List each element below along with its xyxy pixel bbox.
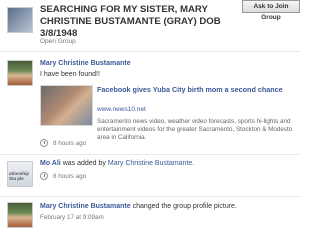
activity-line: Mo Ali was added by Mary Christine Busta… bbox=[40, 160, 194, 167]
feed-post: Mary Christine Bustamante I have been fo… bbox=[0, 58, 300, 150]
activity-action: was added by bbox=[62, 160, 106, 167]
divider bbox=[0, 154, 300, 155]
post-author[interactable]: Mary Christine Bustamante bbox=[40, 203, 131, 210]
feed-post: ationship Sta ple Mo Ali was added by Ma… bbox=[0, 158, 300, 192]
link-url[interactable]: www.news10.net bbox=[97, 106, 146, 113]
post-author[interactable]: Mo Ali bbox=[40, 160, 61, 167]
post-timestamp-row: 8 hours ago bbox=[40, 172, 86, 180]
post-time[interactable]: 8 hours ago bbox=[53, 173, 86, 180]
post-time[interactable]: February 17 at 9:09am bbox=[40, 214, 104, 221]
avatar-caption: ationship Sta ple bbox=[9, 171, 29, 181]
feed-post: Mary Christine Bustamante changed the gr… bbox=[0, 200, 300, 240]
link-thumbnail[interactable] bbox=[40, 85, 93, 126]
post-time[interactable]: 8 hours ago bbox=[53, 140, 86, 147]
group-avatar[interactable] bbox=[7, 7, 33, 33]
post-timestamp-row: 8 hours ago bbox=[40, 139, 86, 147]
post-author[interactable]: Mary Christine Bustamante bbox=[40, 60, 131, 67]
group-type-label: Open Group bbox=[40, 38, 76, 45]
activity-line: Mary Christine Bustamante changed the gr… bbox=[40, 203, 237, 210]
clock-icon bbox=[40, 172, 48, 180]
post-text: I have been found!! bbox=[40, 71, 100, 78]
link-description: Sacramento news video, weather video for… bbox=[97, 118, 293, 141]
avatar[interactable] bbox=[7, 60, 33, 86]
activity-target[interactable]: Mary Christine Bustamante. bbox=[108, 160, 194, 167]
divider bbox=[0, 196, 300, 197]
group-title: SEARCHING FOR MY SISTER, MARY CHRISTINE … bbox=[40, 4, 221, 39]
link-title[interactable]: Facebook gives Yuba City birth mom a sec… bbox=[97, 85, 295, 94]
activity-action: changed the group profile picture. bbox=[132, 203, 237, 210]
avatar[interactable]: ationship Sta ple bbox=[7, 161, 33, 187]
avatar[interactable] bbox=[7, 202, 33, 228]
clock-icon bbox=[40, 139, 48, 147]
join-group-button[interactable]: Ask to Join Group bbox=[242, 0, 300, 21]
group-header: SEARCHING FOR MY SISTER, MARY CHRISTINE … bbox=[0, 0, 300, 52]
